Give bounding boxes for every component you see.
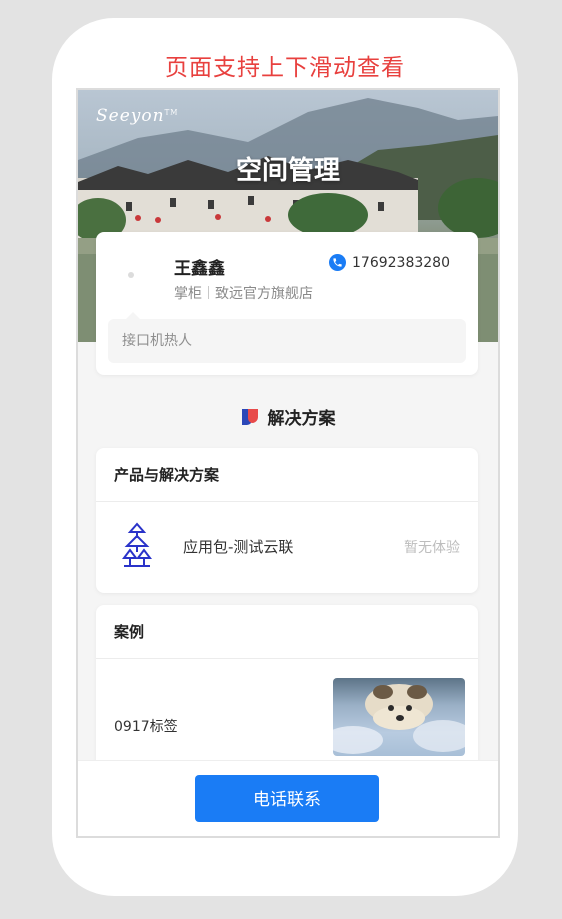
role-label: 掌柜 [174,286,202,302]
divider [96,658,478,659]
cases-card-title: 案例 [114,623,145,641]
phone-icon [329,254,347,271]
role-divider [208,286,209,299]
case-name: 0917标签 [114,719,178,735]
phone-number-link[interactable]: 17692383280 [329,254,450,271]
page-title: 空间管理 [235,156,340,186]
scroll-hint: 页面支持上下滑动查看 [165,55,405,81]
bottom-action-bar: 电话联系 [78,760,498,836]
phone-frame: 页面支持上下滑动查看 SeeyonTM 空间管理 王鑫鑫 17692383280… [52,18,518,896]
product-status: 暂无体验 [404,540,460,556]
solutions-badge-icon [241,408,259,426]
tree-logo-icon [122,522,152,572]
store-name: 致远官方旗舰店 [215,286,313,302]
avatar[interactable] [128,272,134,278]
solutions-heading-text: 解决方案 [267,409,336,429]
divider [96,501,478,502]
seeyon-logo: SeeyonTM [96,106,179,126]
intro-pointer [126,312,140,319]
profile-intro: 接口机热人 [108,319,466,363]
phone-number: 17692383280 [352,254,450,271]
products-card-title: 产品与解决方案 [114,466,220,484]
solutions-heading: 解决方案 [78,404,498,429]
app-screen[interactable]: SeeyonTM 空间管理 王鑫鑫 17692383280 掌柜 致远官方旗舰店 … [76,88,500,838]
product-name: 应用包-测试云联 [183,538,294,556]
case-thumbnail [333,678,465,756]
profile-card: 王鑫鑫 17692383280 掌柜 致远官方旗舰店 接口机热人 [96,232,478,375]
role-line: 掌柜 致远官方旗舰店 [174,283,313,303]
user-name: 王鑫鑫 [174,259,225,279]
products-card: 产品与解决方案 应用包-测试云联 暂无体验 [96,448,478,593]
call-button[interactable]: 电话联系 [195,775,379,822]
